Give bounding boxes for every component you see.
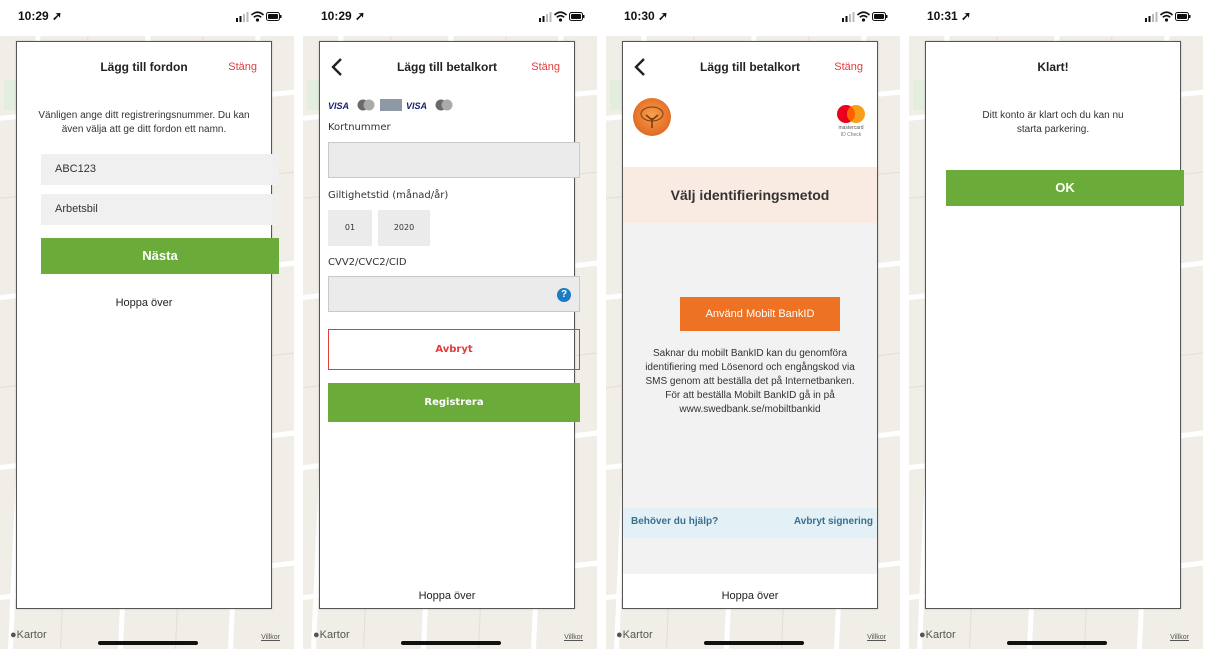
visa-logo: VISA bbox=[406, 101, 427, 111]
help-bar: Behöver du hjälp? Avbryt signering bbox=[623, 508, 877, 538]
map-footer: ●Kartor Villkor bbox=[606, 611, 900, 649]
abort-signing-link[interactable]: Avbryt signering bbox=[794, 516, 873, 527]
bank-logo bbox=[633, 98, 671, 136]
home-indicator bbox=[704, 641, 804, 645]
expiry-label: Giltighetstid (månad/år) bbox=[328, 190, 449, 201]
signal-icon bbox=[236, 12, 249, 22]
cvv-input[interactable]: ? bbox=[328, 276, 580, 312]
oak-tree-icon bbox=[640, 106, 664, 128]
status-icons bbox=[842, 10, 888, 24]
skip-link[interactable]: Hoppa över bbox=[623, 590, 877, 602]
close-button[interactable]: Stäng bbox=[228, 61, 257, 73]
terms-link[interactable]: Villkor bbox=[1170, 634, 1189, 641]
phone-screen-add-card: 10:29 ➚ Lägg till betalkort Stäng VISA V… bbox=[303, 0, 597, 649]
done-message: Ditt konto är klart och du kan nu starta… bbox=[982, 110, 1124, 135]
mastercard-id-check-logo: mastercard ID Check bbox=[833, 102, 869, 142]
wifi-icon bbox=[554, 11, 567, 22]
apple-icon: ● bbox=[919, 629, 926, 641]
question-icon[interactable]: ? bbox=[557, 288, 571, 302]
terms-link[interactable]: Villkor bbox=[564, 634, 583, 641]
amex-logo bbox=[380, 99, 402, 111]
next-button[interactable]: Nästa bbox=[41, 238, 279, 274]
bank-header: mastercard ID Check bbox=[623, 90, 877, 167]
home-indicator bbox=[401, 641, 501, 645]
identification-heading: Välj identifieringsmetod bbox=[623, 167, 877, 223]
vehicle-name-input[interactable]: Arbetsbil bbox=[41, 194, 279, 225]
status-icons bbox=[539, 10, 585, 24]
apple-icon: ● bbox=[10, 629, 17, 641]
status-bar: 10:31 ➚ bbox=[909, 0, 1203, 36]
svg-text:ID Check: ID Check bbox=[841, 132, 862, 138]
close-button[interactable]: Stäng bbox=[531, 61, 560, 73]
status-time: 10:29 ➚ bbox=[321, 9, 366, 23]
status-icons bbox=[1145, 10, 1191, 24]
signal-icon bbox=[1145, 12, 1158, 22]
mastercard-logo bbox=[357, 99, 375, 111]
apple-icon: ● bbox=[616, 629, 623, 641]
skip-link[interactable]: Hoppa över bbox=[17, 297, 271, 309]
maps-attribution: ●Kartor bbox=[313, 629, 350, 641]
battery-icon bbox=[569, 12, 585, 21]
visa-logo: VISA bbox=[328, 101, 349, 111]
map-footer: ●Kartor Villkor bbox=[909, 611, 1203, 649]
battery-icon bbox=[872, 12, 888, 21]
wifi-icon bbox=[251, 11, 264, 22]
signal-icon bbox=[842, 12, 855, 22]
maps-attribution: ●Kartor bbox=[919, 629, 956, 641]
add-card-dialog: Lägg till betalkort Stäng VISA VISA Kort… bbox=[319, 41, 580, 609]
battery-icon bbox=[1175, 12, 1191, 21]
mobile-bankid-button[interactable]: Använd Mobilt BankID bbox=[680, 297, 840, 331]
maps-attribution: ●Kartor bbox=[10, 629, 47, 641]
maps-attribution: ●Kartor bbox=[616, 629, 653, 641]
dialog-title: Klart! bbox=[1037, 60, 1069, 74]
terms-link[interactable]: Villkor bbox=[261, 634, 280, 641]
status-time: 10:29 ➚ bbox=[18, 9, 63, 23]
bank-identification-dialog: Lägg till betalkort Stäng mastercard ID … bbox=[622, 41, 878, 609]
mastercard-logo bbox=[435, 99, 453, 111]
svg-text:mastercard: mastercard bbox=[838, 125, 863, 131]
wifi-icon bbox=[857, 11, 870, 22]
identification-body: Använd Mobilt BankID Saknar du mobilt Ba… bbox=[623, 223, 877, 508]
add-vehicle-dialog: Lägg till fordon Stäng Vänligen ange dit… bbox=[16, 41, 279, 609]
registration-number-input[interactable]: ABC123 bbox=[41, 154, 279, 185]
wifi-icon bbox=[1160, 11, 1173, 22]
footer-spacer bbox=[623, 538, 877, 574]
card-number-input[interactable] bbox=[328, 142, 580, 178]
identification-info-text: Saknar du mobilt BankID kan du genomföra… bbox=[645, 348, 855, 415]
status-bar: 10:29 ➚ bbox=[303, 0, 597, 36]
status-time: 10:30 ➚ bbox=[624, 9, 669, 23]
phone-screen-done: 10:31 ➚ Klart! Ditt konto är klart och d… bbox=[909, 0, 1203, 649]
cvv-label: CVV2/CVC2/CID bbox=[328, 257, 407, 268]
signal-icon bbox=[539, 12, 552, 22]
map-footer: ●Kartor Villkor bbox=[0, 611, 294, 649]
phone-screen-add-vehicle: 10:29 ➚ Lägg till fordon Stäng Vänligen … bbox=[0, 0, 294, 649]
battery-icon bbox=[266, 12, 282, 21]
apple-icon: ● bbox=[313, 629, 320, 641]
ok-button[interactable]: OK bbox=[946, 170, 1184, 206]
status-bar: 10:29 ➚ bbox=[0, 0, 294, 36]
home-indicator bbox=[1007, 641, 1107, 645]
intro-text: Vänligen ange ditt registreringsnummer. … bbox=[38, 110, 250, 135]
expiry-year-select[interactable]: 2020 bbox=[378, 210, 430, 246]
need-help-link[interactable]: Behöver du hjälp? bbox=[631, 516, 718, 527]
home-indicator bbox=[98, 641, 198, 645]
skip-link[interactable]: Hoppa över bbox=[320, 590, 574, 602]
cancel-button[interactable]: Avbryt bbox=[328, 329, 580, 370]
close-button[interactable]: Stäng bbox=[834, 61, 863, 73]
status-icons bbox=[236, 10, 282, 24]
phone-screen-identification: 10:30 ➚ Lägg till betalkort Stäng master… bbox=[606, 0, 900, 649]
terms-link[interactable]: Villkor bbox=[867, 634, 886, 641]
expiry-month-select[interactable]: 01 bbox=[328, 210, 372, 246]
status-bar: 10:30 ➚ bbox=[606, 0, 900, 36]
map-footer: ●Kartor Villkor bbox=[303, 611, 597, 649]
done-dialog: Klart! Ditt konto är klart och du kan nu… bbox=[925, 41, 1184, 609]
card-number-label: Kortnummer bbox=[328, 122, 391, 133]
card-brand-logos: VISA VISA bbox=[328, 99, 453, 111]
register-button[interactable]: Registrera bbox=[328, 383, 580, 422]
status-time: 10:31 ➚ bbox=[927, 9, 972, 23]
